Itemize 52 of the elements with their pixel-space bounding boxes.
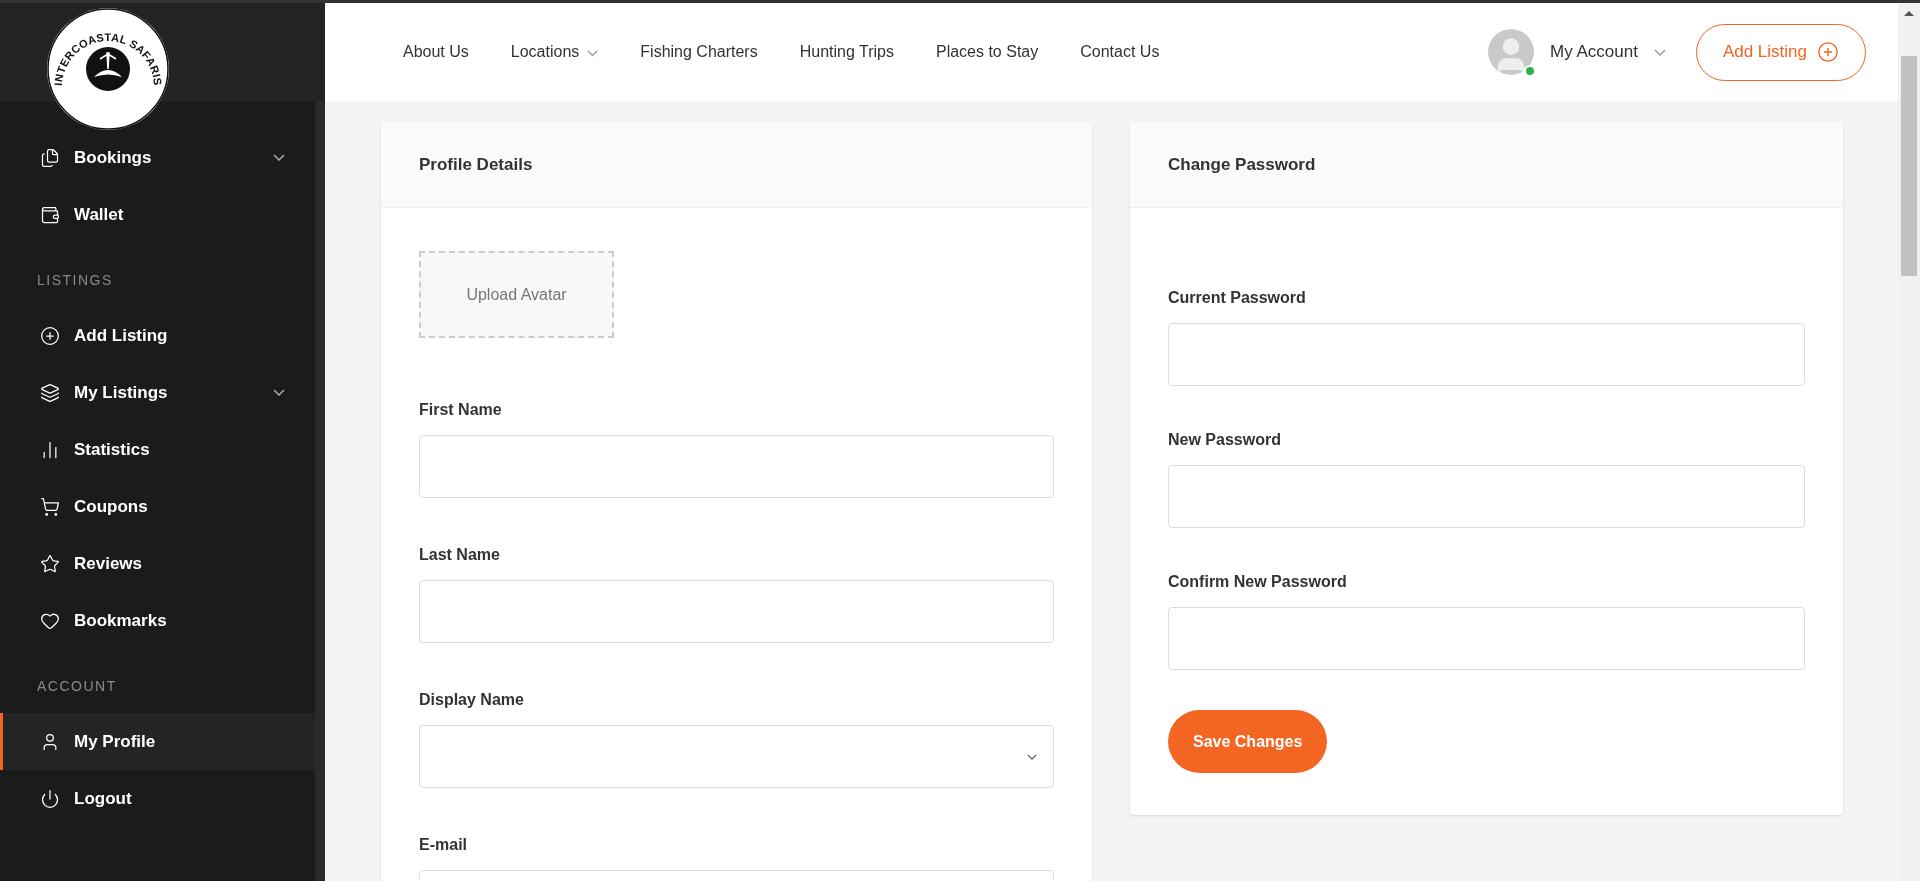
chevron-down-icon (273, 389, 285, 396)
layers-icon (40, 382, 60, 403)
online-indicator (1524, 65, 1536, 77)
documents-icon (40, 147, 60, 168)
wallet-icon (40, 204, 60, 225)
password-field[interactable] (1168, 323, 1805, 386)
field-label: Current Password (1168, 288, 1307, 308)
nav-link[interactable]: Locations (510, 40, 599, 64)
section-heading: LISTINGS (36, 271, 114, 290)
chevron-down-icon (273, 154, 285, 161)
section-heading: ACCOUNT (36, 677, 118, 696)
power-icon (40, 788, 60, 809)
sidebar-item[interactable]: Bookmarks (0, 592, 315, 649)
chevron-down-icon (1653, 48, 1666, 56)
cart-icon (40, 496, 60, 517)
account-label: My Account (1550, 41, 1638, 64)
nav-link[interactable]: Hunting Trips (799, 40, 894, 64)
nav-link[interactable]: About Us (403, 40, 469, 64)
nav-link[interactable]: Fishing Charters (640, 40, 758, 64)
input-field[interactable] (419, 435, 1054, 498)
field-label: E-mail (419, 835, 468, 855)
select-field[interactable] (419, 725, 1054, 788)
card-title: Profile Details (419, 153, 533, 176)
sidebar-item[interactable]: Coupons (0, 478, 315, 535)
field-label: Display Name (419, 690, 525, 710)
field-label: Confirm New Password (1168, 572, 1348, 592)
password-field[interactable] (1168, 465, 1805, 528)
nav-link[interactable]: Contact Us (1080, 40, 1160, 64)
sidebar-item[interactable]: Logout (0, 770, 315, 827)
plus-circle-icon (1817, 41, 1839, 63)
sidebar-item[interactable]: Bookings (0, 129, 315, 186)
input-field[interactable] (419, 580, 1054, 643)
nav-link[interactable]: Places to Stay (935, 40, 1039, 64)
sidebar-item[interactable]: Reviews (0, 535, 315, 592)
chevron-down-icon (587, 50, 599, 57)
chevron-down-icon (1027, 753, 1037, 760)
field-label: New Password (1168, 430, 1282, 450)
star-icon (40, 553, 60, 574)
sidebar-item[interactable]: My Profile (0, 713, 315, 770)
account-menu[interactable]: My Account (1488, 29, 1666, 75)
plus-circle-icon (40, 325, 60, 346)
upload-avatar-button[interactable]: Upload Avatar (419, 251, 614, 338)
sidebar-item[interactable]: Statistics (0, 421, 315, 478)
sidebar-item[interactable]: My Listings (0, 364, 315, 421)
sidebar-item[interactable]: Add Listing (0, 307, 315, 364)
password-field[interactable] (1168, 607, 1805, 670)
scroll-up-icon (1904, 11, 1914, 16)
sidebar-item[interactable]: Wallet (0, 186, 315, 243)
field-label: Last Name (419, 545, 501, 565)
field-label: First Name (419, 400, 503, 420)
avatar-icon (1488, 29, 1534, 75)
card-title: Change Password (1168, 153, 1316, 176)
